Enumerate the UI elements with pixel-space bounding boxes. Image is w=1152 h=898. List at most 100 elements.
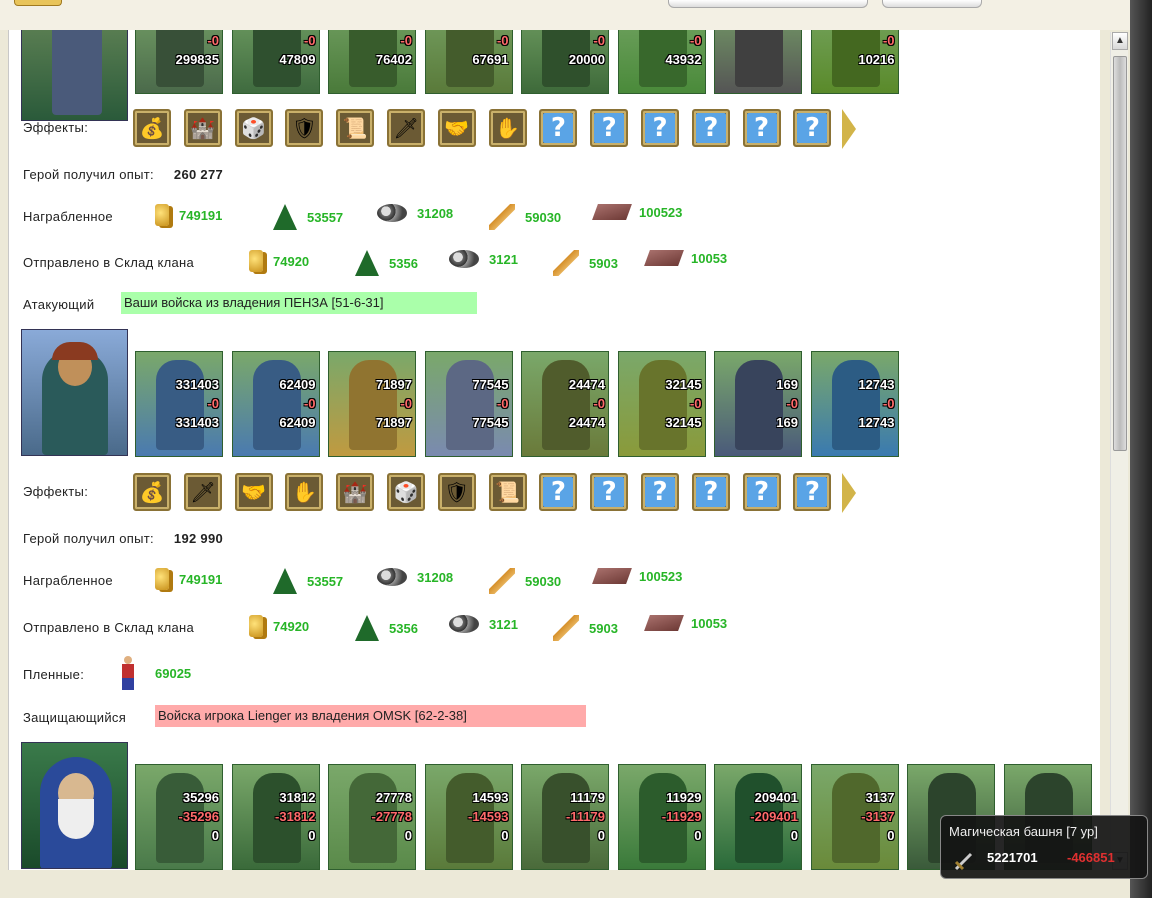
unit-card[interactable]: 20000-020000 [521, 30, 609, 94]
wood-icon [273, 204, 297, 230]
unit-count-mid: -0 [496, 33, 509, 48]
shield-icon[interactable]: 🛡 [285, 109, 324, 147]
effects-row-2: Эффекты: [23, 479, 88, 503]
unit-count-top: 12743 [858, 377, 895, 392]
unknown-effect-icon[interactable]: ? [742, 109, 781, 147]
unit-card[interactable]: 62409 -0 62409 [231, 351, 320, 457]
unknown-effect-icon[interactable]: ? [641, 109, 679, 147]
unit-card[interactable]: 77545 -0 77545 [424, 351, 513, 457]
unit-card[interactable]: 11179 -11179 0 [521, 764, 609, 870]
fortress-icon[interactable]: 🏰 [336, 473, 375, 511]
unknown-effect-icon[interactable]: ? [539, 473, 578, 511]
unit-count-top: 24474 [568, 377, 605, 392]
unit-card[interactable]: 299835-0299835 [135, 30, 223, 94]
bag-icon[interactable]: 💰 [133, 473, 171, 511]
unknown-effect-icon[interactable]: ? [793, 473, 832, 511]
hand-icon[interactable]: ✋ [285, 473, 324, 511]
unknown-effect-icon[interactable]: ? [742, 473, 781, 511]
unit-figure [252, 360, 301, 450]
shield-icon[interactable]: 🛡 [437, 473, 476, 511]
fortress-icon[interactable]: 🏰 [183, 109, 222, 147]
hero-portrait-attacker [21, 329, 128, 456]
unit-card[interactable]: 12743 -0 12743 [810, 351, 899, 457]
top-tab-left[interactable] [668, 0, 868, 8]
unit-count-mid: -0 [882, 33, 895, 48]
unit-count-mid: -0 [689, 33, 702, 48]
unit-card[interactable]: 11929 -11929 0 [617, 764, 706, 870]
resource-value: 31208 [417, 205, 454, 221]
resource-value: 53557 [307, 573, 344, 589]
bag-icon[interactable]: 💰 [133, 109, 171, 147]
unit-card[interactable]: 14593 -14593 0 [424, 764, 513, 870]
unknown-effect-icon[interactable]: ? [590, 109, 629, 147]
scroll-icon[interactable]: 📜 [488, 473, 527, 511]
hand-icon[interactable]: ✋ [488, 109, 527, 147]
unknown-effect-icon[interactable]: ? [793, 109, 832, 147]
next-arrow-icon[interactable] [842, 473, 857, 513]
unit-card[interactable] [714, 30, 802, 94]
unit-count-bot: 0 [211, 828, 219, 843]
unit-count-bot: 20000 [568, 52, 605, 67]
top-tab-right[interactable] [882, 0, 982, 8]
unit-figure [445, 360, 494, 450]
unknown-effect-icon[interactable]: ? [691, 473, 730, 511]
unit-count-mid: -0 [689, 396, 702, 411]
prisoners-row: Пленные: [23, 662, 84, 686]
resource-clay: 100523 [592, 568, 682, 584]
unit-card[interactable]: 331403 -0 331403 [135, 351, 223, 457]
unit-count-mid: -27778 [371, 809, 412, 824]
attacker-label: Атакующий [23, 296, 95, 312]
hero-portrait-1 [21, 30, 128, 121]
handshake-icon[interactable]: 🤝 [437, 109, 476, 147]
unit-count-bot: 299835 [175, 52, 219, 67]
sword-icon[interactable]: 🗡 [183, 473, 222, 511]
vertical-scrollbar[interactable]: ▲ ▼ [1110, 32, 1128, 870]
grain-icon [553, 615, 579, 641]
unit-card[interactable]: 10216-010216 [810, 30, 899, 94]
unit-count-mid: -0 [593, 396, 605, 411]
unknown-effect-icon[interactable]: ? [590, 473, 629, 511]
unit-card[interactable]: 35296 -35296 0 [135, 764, 223, 870]
clay-icon [644, 250, 684, 266]
unit-count-bot: 0 [790, 828, 798, 843]
resource-value: 53557 [307, 209, 344, 225]
unknown-effect-icon[interactable]: ? [641, 473, 679, 511]
prisoners-label: Пленные: [23, 666, 85, 682]
dice-icon[interactable]: 🎲 [387, 473, 425, 511]
prisoner-icon [117, 656, 139, 692]
ore-icon [377, 568, 407, 586]
next-arrow-icon[interactable] [842, 109, 857, 149]
unit-card[interactable]: 32145 -0 32145 [617, 351, 706, 457]
resource-value: 59030 [525, 209, 562, 225]
unit-card[interactable]: 27778 -27778 0 [328, 764, 416, 870]
handshake-icon[interactable]: 🤝 [234, 473, 273, 511]
scroll-up-button[interactable]: ▲ [1112, 32, 1128, 50]
unknown-effect-icon[interactable]: ? [691, 109, 730, 147]
resource-grain: 59030 [489, 204, 561, 230]
resource-value: 59030 [525, 573, 562, 589]
unit-card[interactable]: 43932-043932 [617, 30, 706, 94]
unit-count-top: 35296 [182, 790, 219, 805]
ore-icon [377, 204, 407, 222]
dice-icon[interactable]: 🎲 [234, 109, 273, 147]
prisoners-value: 69025 [155, 666, 192, 681]
scroll-thumb[interactable] [1113, 56, 1127, 451]
unit-card[interactable]: 71897 -0 71897 [328, 351, 416, 457]
right-border [1130, 0, 1152, 898]
sword-icon[interactable]: 🗡 [387, 109, 425, 147]
unit-card[interactable]: 76402-076402 [328, 30, 416, 94]
unit-card[interactable]: 24474 -0 24474 [521, 351, 609, 457]
resource-clay: 100523 [592, 204, 682, 220]
unit-card[interactable]: 209401 -209401 0 [714, 764, 802, 870]
resource-wood: 5356 [355, 615, 418, 641]
unit-card[interactable]: 47809-047809 [231, 30, 320, 94]
scroll-icon[interactable]: 📜 [336, 109, 375, 147]
unit-count-bot: 71897 [375, 415, 412, 430]
unit-card[interactable]: 3137 -3137 0 [810, 764, 899, 870]
effects-label: Эффекты: [23, 119, 89, 135]
unit-card[interactable]: 67691-067691 [424, 30, 513, 94]
unit-card[interactable]: 169 -0 169 [714, 351, 802, 457]
grain-icon [489, 204, 515, 230]
unit-card[interactable]: 31812 -31812 0 [231, 764, 320, 870]
unknown-effect-icon[interactable]: ? [539, 109, 578, 147]
